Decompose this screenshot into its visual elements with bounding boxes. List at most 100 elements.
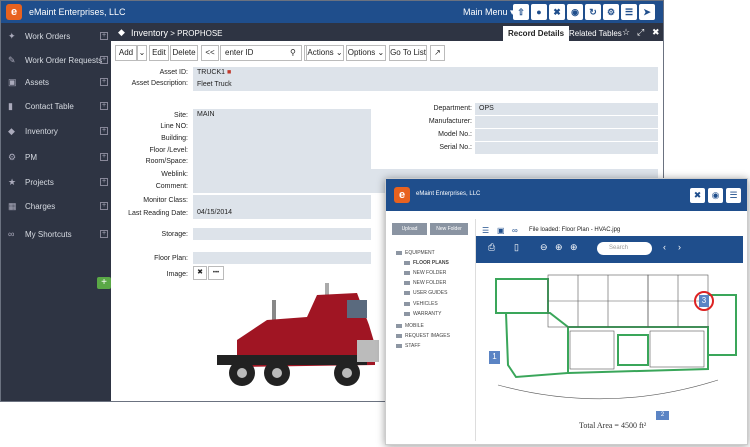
chevron-left-icon[interactable]: ‹ bbox=[663, 242, 666, 252]
tag-icon: ◆ bbox=[8, 126, 15, 136]
mic-icon[interactable]: ● bbox=[531, 4, 547, 20]
refresh-icon[interactable]: ↻ bbox=[585, 4, 601, 20]
model-no-field[interactable] bbox=[475, 129, 658, 141]
monitor-class-field[interactable] bbox=[193, 195, 371, 207]
zoom-in-icon[interactable]: ⊕ bbox=[555, 242, 563, 253]
storage-field[interactable] bbox=[193, 228, 371, 240]
expand-icon[interactable]: + bbox=[100, 56, 108, 64]
sidebar-item-work-order-requests[interactable]: ✎ Work Order Requests + bbox=[1, 48, 111, 72]
floor-plan-field[interactable] bbox=[193, 252, 371, 264]
add-button[interactable]: Add bbox=[115, 45, 137, 61]
camera-icon[interactable]: ◉ bbox=[708, 188, 723, 203]
close-icon[interactable]: ✖ bbox=[652, 27, 660, 38]
list-view-icon[interactable]: ☰ bbox=[482, 226, 489, 235]
asset-id-field[interactable]: TRUCK1 ■ bbox=[193, 67, 658, 79]
upload-button[interactable]: Upload bbox=[392, 223, 427, 235]
emaint-logo-icon[interactable]: e bbox=[6, 4, 22, 20]
tab-related-tables[interactable]: Related Tables bbox=[564, 26, 627, 41]
wrench-icon: ✦ bbox=[8, 31, 16, 41]
send-icon[interactable]: ➤ bbox=[639, 4, 655, 20]
sidebar-item-inventory[interactable]: ◆ Inventory + bbox=[1, 119, 111, 143]
sidebar-item-pm[interactable]: ⚙ PM + bbox=[1, 145, 111, 169]
link-icon: ∞ bbox=[8, 229, 15, 239]
new-folder-button[interactable]: New Folder bbox=[430, 223, 468, 235]
expand-icon[interactable]: ⤢ bbox=[637, 27, 644, 38]
link-icon[interactable]: ∞ bbox=[512, 226, 518, 235]
gear-icon[interactable]: ⚙ bbox=[603, 4, 619, 20]
folder-request-images[interactable]: REQUEST IMAGES bbox=[396, 333, 450, 339]
expand-icon[interactable]: + bbox=[100, 78, 108, 86]
expand-icon[interactable]: + bbox=[100, 178, 108, 186]
sidebar-item-contact-table[interactable]: ▮ Contact Table + bbox=[1, 94, 111, 118]
manufacturer-field[interactable] bbox=[475, 116, 658, 128]
sidebar-item-my-shortcuts[interactable]: ∞ My Shortcuts + bbox=[1, 222, 111, 246]
star-icon[interactable]: ☆ bbox=[622, 27, 630, 38]
breadcrumb: ◆ Inventory > PROPHOSE Record Details Re… bbox=[111, 23, 663, 41]
zoom-fit-icon[interactable]: ⊕ bbox=[570, 242, 578, 253]
folder-warranty[interactable]: WARRANTY bbox=[404, 311, 441, 317]
delete-button[interactable]: Delete bbox=[170, 45, 198, 61]
folder-vehicles[interactable]: VEHICLES bbox=[404, 301, 438, 307]
sidebar-item-charges[interactable]: ▦ Charges + bbox=[1, 194, 111, 218]
marker-3[interactable]: 3 bbox=[699, 295, 709, 307]
floor-level-field[interactable] bbox=[193, 145, 371, 157]
room-space-field[interactable] bbox=[193, 157, 371, 169]
menu-icon[interactable]: ☰ bbox=[621, 4, 637, 20]
marker-2[interactable]: 2 bbox=[656, 411, 669, 420]
serial-no-label: Serial No.: bbox=[439, 144, 472, 151]
viewer-toolbar: ⎙ ▯ ⊖ ⊕ ⊕ Search ‹ › bbox=[476, 236, 743, 263]
expand-icon[interactable]: + bbox=[100, 102, 108, 110]
serial-no-field[interactable] bbox=[475, 142, 658, 154]
sidebar-item-assets[interactable]: ▣ Assets + bbox=[1, 70, 111, 94]
options-menu[interactable]: Options ⌄ bbox=[346, 45, 386, 61]
add-shortcut-button[interactable]: + bbox=[97, 277, 111, 289]
prev-record-button[interactable]: << bbox=[201, 45, 219, 61]
floor-plan-label: Floor Plan: bbox=[154, 255, 188, 262]
building-field[interactable] bbox=[193, 133, 371, 145]
go-to-list-button[interactable]: Go To List bbox=[389, 45, 427, 61]
zoom-out-icon[interactable]: ⊖ bbox=[540, 242, 548, 253]
folder-mobile[interactable]: MOBILE bbox=[396, 323, 424, 329]
actions-label: Actions bbox=[307, 48, 334, 57]
sidebar-item-work-orders[interactable]: ✦ Work Orders + bbox=[1, 24, 111, 48]
viewer-header: e eMaint Enterprises, LLC ✖ ◉ ☰ bbox=[386, 179, 747, 211]
file-icon[interactable]: ▯ bbox=[514, 242, 519, 253]
last-reading-date-field[interactable]: 04/15/2014 bbox=[193, 207, 371, 219]
floor-plan-image[interactable] bbox=[478, 265, 743, 420]
print-icon[interactable]: ⎙ bbox=[488, 242, 495, 253]
tools-icon[interactable]: ✖ bbox=[549, 4, 565, 20]
expand-icon[interactable]: + bbox=[100, 127, 108, 135]
site-field[interactable]: MAIN bbox=[193, 109, 371, 121]
image-view-icon[interactable]: ▣ bbox=[497, 226, 505, 235]
camera-icon[interactable]: ◉ bbox=[567, 4, 583, 20]
folder-new-folder[interactable]: NEW FOLDER bbox=[404, 270, 446, 276]
expand-icon[interactable]: + bbox=[100, 230, 108, 238]
chevron-right-icon[interactable]: › bbox=[678, 242, 681, 252]
marker-1[interactable]: 1 bbox=[489, 351, 500, 364]
search-input[interactable]: Search bbox=[597, 242, 652, 255]
asset-description-label: Asset Description: bbox=[131, 80, 188, 87]
folder-user-guides[interactable]: USER GUIDES bbox=[404, 290, 447, 296]
folder-new-folder[interactable]: NEW FOLDER bbox=[404, 280, 446, 286]
tab-record-details[interactable]: Record Details bbox=[503, 26, 570, 41]
actions-menu[interactable]: Actions ⌄ bbox=[306, 45, 344, 61]
share-icon[interactable]: ↗ bbox=[430, 45, 445, 61]
expand-icon[interactable]: + bbox=[100, 202, 108, 210]
department-field[interactable]: OPS bbox=[475, 103, 658, 115]
expand-icon[interactable]: + bbox=[100, 32, 108, 40]
folder-staff[interactable]: STAFF bbox=[396, 343, 420, 349]
chevron-down-icon[interactable]: ⌄ bbox=[137, 45, 147, 61]
folder-equipment[interactable]: EQUIPMENT bbox=[396, 250, 435, 256]
sidebar-item-projects[interactable]: ★ Projects + bbox=[1, 170, 111, 194]
upload-icon[interactable]: ⇧ bbox=[513, 4, 529, 20]
close-icon[interactable]: ✖ bbox=[690, 188, 705, 203]
search-icon[interactable]: ⚲ bbox=[290, 48, 296, 57]
folder-floor-plans[interactable]: FLOOR PLANS bbox=[404, 260, 449, 266]
expand-icon[interactable]: + bbox=[100, 153, 108, 161]
line-no-field[interactable] bbox=[193, 121, 371, 133]
breadcrumb-module[interactable]: Inventory bbox=[131, 28, 168, 38]
asset-description-field[interactable]: Fleet Truck bbox=[193, 79, 658, 91]
menu-icon[interactable]: ☰ bbox=[726, 188, 741, 203]
main-menu[interactable]: Main Menu ▾ bbox=[463, 7, 515, 18]
edit-button[interactable]: Edit bbox=[149, 45, 169, 61]
